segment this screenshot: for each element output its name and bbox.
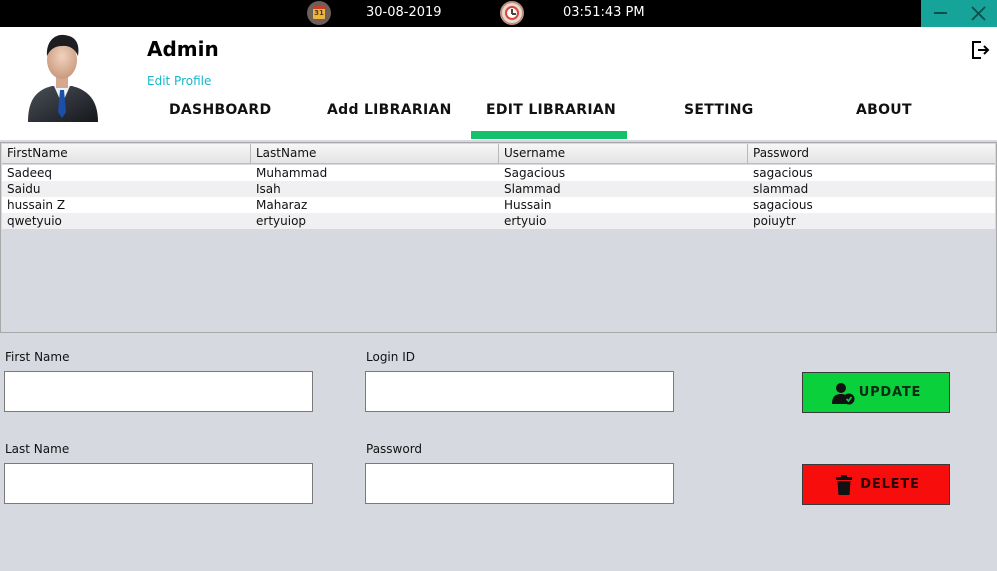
cell-lastname: Maharaz <box>256 198 308 212</box>
cell-firstname: qwetyuio <box>7 214 62 228</box>
trash-icon <box>832 473 856 497</box>
librarian-table[interactable]: FirstName LastName Username Password Sad… <box>0 142 997 333</box>
minimize-icon[interactable] <box>921 0 959 27</box>
avatar <box>22 30 102 124</box>
close-icon[interactable] <box>959 0 997 27</box>
date-display: 30-08-2019 <box>366 5 442 20</box>
time-display: 03:51:43 PM <box>563 5 645 20</box>
cell-lastname: Isah <box>256 182 281 196</box>
column-header-firstname[interactable]: FirstName <box>2 144 251 164</box>
login-id-label: Login ID <box>366 350 415 364</box>
login-id-field[interactable] <box>365 371 674 412</box>
edit-profile-link[interactable]: Edit Profile <box>147 74 211 88</box>
clock-icon <box>500 1 524 25</box>
cell-password: poiuytr <box>753 214 796 228</box>
nav-edit-librarian[interactable]: EDIT LIBRARIAN <box>486 102 616 118</box>
logout-icon[interactable] <box>969 39 991 61</box>
header: Admin Edit Profile DASHBOARD Add LIBRARI… <box>0 27 997 140</box>
nav-about[interactable]: ABOUT <box>856 102 912 118</box>
window-controls <box>921 0 997 27</box>
table-row[interactable]: qwetyuio ertyuiop ertyuio poiuytr <box>2 213 995 229</box>
cell-username: Sagacious <box>504 166 566 180</box>
user-name: Admin <box>147 37 219 61</box>
column-header-lastname[interactable]: LastName <box>251 144 499 164</box>
nav-add-librarian[interactable]: Add LIBRARIAN <box>327 102 452 118</box>
cell-password: slammad <box>753 182 809 196</box>
delete-label: DELETE <box>860 477 920 492</box>
calendar-day: 31 <box>314 9 324 17</box>
cell-firstname: Saidu <box>7 182 41 196</box>
password-field[interactable] <box>365 463 674 504</box>
active-tab-indicator <box>471 131 627 139</box>
first-name-label: First Name <box>5 350 70 364</box>
cell-firstname: Sadeeq <box>7 166 52 180</box>
delete-button[interactable]: DELETE <box>802 464 950 505</box>
password-label: Password <box>366 442 423 456</box>
table-header: FirstName LastName Username Password <box>2 144 995 164</box>
update-label: UPDATE <box>858 385 922 400</box>
cell-lastname: ertyuiop <box>256 214 307 228</box>
last-name-label: Last Name <box>5 442 70 456</box>
cell-firstname: hussain Z <box>7 198 66 212</box>
first-name-field[interactable] <box>4 371 313 412</box>
last-name-field[interactable] <box>4 463 313 504</box>
calendar-icon: 31 <box>307 1 331 25</box>
cell-username: ertyuio <box>504 214 547 228</box>
table-row[interactable]: Sadeeq Muhammad Sagacious sagacious <box>2 165 995 181</box>
cell-username: Hussain <box>504 198 552 212</box>
user-check-icon <box>831 381 855 405</box>
nav-setting[interactable]: SETTING <box>684 102 754 118</box>
cell-lastname: Muhammad <box>256 166 328 180</box>
title-bar: 31 30-08-2019 03:51:43 PM <box>0 0 997 27</box>
nav-dashboard[interactable]: DASHBOARD <box>169 102 271 118</box>
column-header-username[interactable]: Username <box>499 144 748 164</box>
cell-username: Slammad <box>504 182 561 196</box>
table-row[interactable]: Saidu Isah Slammad slammad <box>2 181 995 197</box>
column-header-password[interactable]: Password <box>748 144 995 164</box>
cell-password: sagacious <box>753 166 813 180</box>
cell-password: sagacious <box>753 198 813 212</box>
table-row[interactable]: hussain Z Maharaz Hussain sagacious <box>2 197 995 213</box>
update-button[interactable]: UPDATE <box>802 372 950 413</box>
